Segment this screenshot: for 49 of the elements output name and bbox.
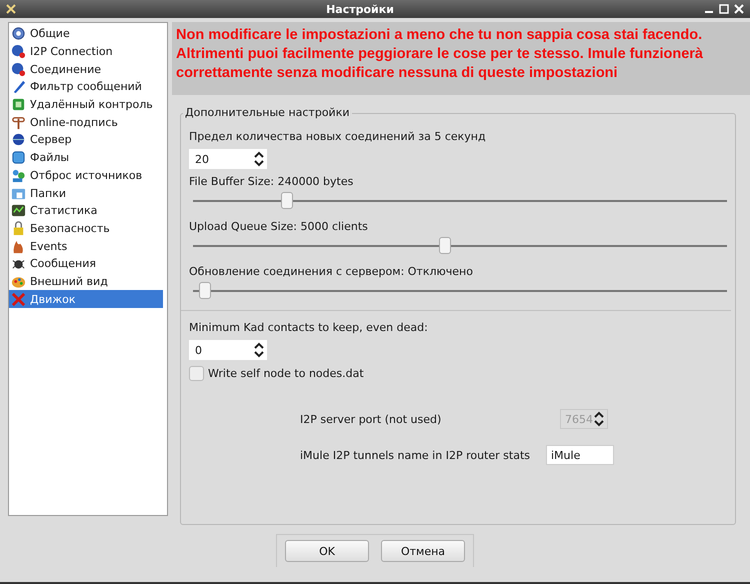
signpost-icon	[11, 114, 26, 130]
people-icon	[11, 168, 26, 183]
monitor-icon	[11, 97, 26, 112]
spin-arrows-icon[interactable]	[254, 342, 264, 358]
sidebar-item[interactable]: Безопасность	[9, 220, 163, 238]
dialog-button[interactable]: Отмена	[381, 540, 465, 562]
slider-thumb[interactable]	[438, 237, 451, 254]
field-label: Minimum Kad contacts to keep, even dead:	[189, 321, 429, 334]
sidebar-item[interactable]: Соединение	[9, 60, 163, 78]
sidebar-item[interactable]: Удалённый контроль	[9, 96, 163, 114]
spin-field[interactable]: 20	[189, 149, 267, 169]
slider-label: File Buffer Size: 240000 bytes	[189, 175, 354, 188]
x-icon	[6, 4, 16, 14]
sidebar-item[interactable]: Сообщения	[9, 254, 163, 273]
spin-field[interactable]: 0	[189, 340, 267, 360]
sidebar-item[interactable]: Движок	[9, 290, 163, 308]
field-label: I2P server port (not used)	[300, 412, 442, 426]
cross-icon	[11, 292, 26, 307]
field-label: iMule I2P tunnels name in I2P router stats	[300, 448, 531, 462]
flame-icon	[11, 238, 26, 254]
sidebar-item[interactable]: Online-подпись	[9, 113, 163, 132]
spin-arrows-icon[interactable]	[254, 151, 264, 167]
warning-text: Non modificare le impostazioni a meno che tu non sappia cosa stai facendo. Altrimenti puoi facilmente peggiorare le cose per te stesso. Imule funzionerà correttamente senza modificare nessuna di queste impostazioni	[172, 22, 750, 95]
slider-label: Обновление соединения с сервером: Отключено	[189, 265, 474, 278]
sidebar-item[interactable]: Отброс источников	[9, 166, 163, 184]
group-title: Дополнительные настройки	[183, 106, 352, 119]
maximize-icon[interactable]	[719, 4, 729, 14]
gear-icon	[11, 26, 26, 42]
sidebar-item[interactable]: Общие	[9, 25, 163, 43]
checkbox[interactable]	[189, 366, 204, 381]
sidebar-item[interactable]: Файлы	[9, 148, 163, 166]
sidebar-item[interactable]: Сервер	[9, 131, 163, 149]
sidebar-item[interactable]: Папки	[9, 184, 163, 202]
window-title: Настройки	[325, 2, 395, 16]
sidebar-item[interactable]: Events	[9, 237, 163, 255]
close-icon[interactable]	[734, 4, 744, 14]
sidebar-item[interactable]: I2P Connection	[9, 42, 163, 60]
chart-icon	[11, 203, 26, 218]
sidebar-item[interactable]: Фильтр сообщений	[9, 78, 163, 96]
slider-thumb[interactable]	[280, 192, 293, 209]
padlock-icon	[11, 220, 26, 236]
sidebar-item[interactable]: Статистика	[9, 202, 163, 220]
field-label: Предел количества новых соединений за 5 секунд	[189, 130, 487, 143]
slider-thumb[interactable]	[199, 282, 211, 299]
dialog-button[interactable]: OK	[285, 540, 369, 562]
checkbox-label: Write self node to nodes.dat	[208, 367, 364, 380]
slider-label: Upload Queue Size: 5000 clients	[189, 220, 369, 233]
sidebar-item[interactable]: Внешний вид	[9, 272, 163, 290]
input-field[interactable]: iMule	[546, 445, 614, 465]
